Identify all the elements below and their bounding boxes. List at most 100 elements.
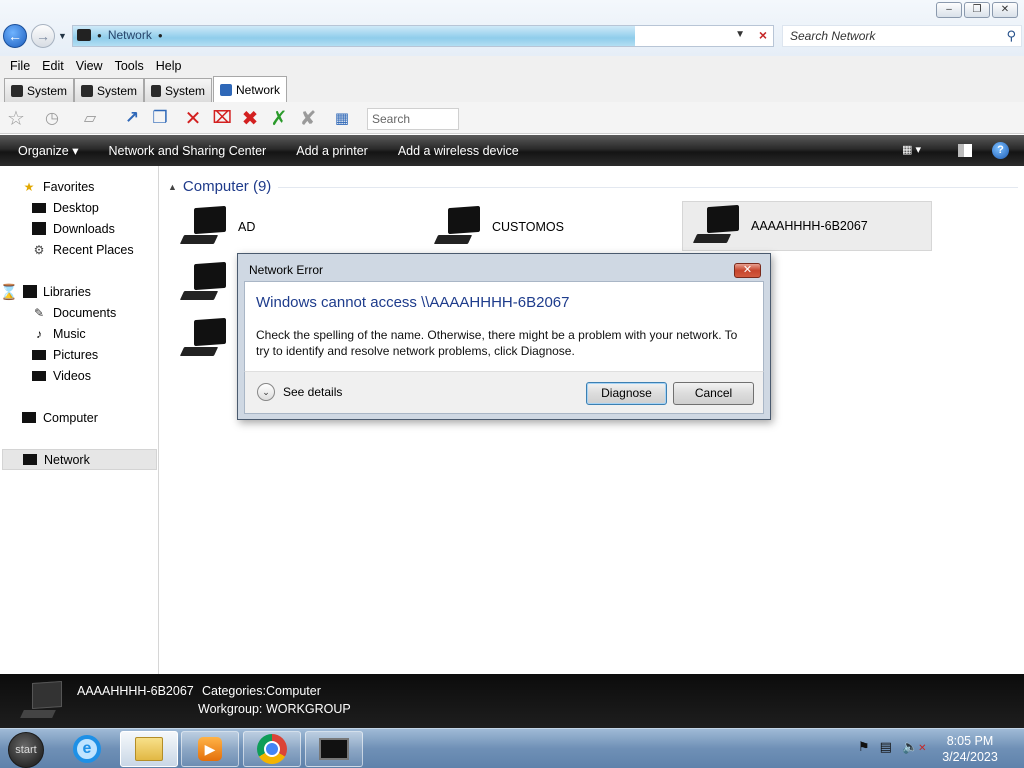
dialog-footer: ⌄ See details Diagnose Cancel bbox=[244, 371, 764, 414]
delete-file-icon[interactable]: ⌧ bbox=[210, 106, 234, 130]
chevron-down-icon: ▾ bbox=[72, 144, 79, 158]
breadcrumb-network[interactable]: Network bbox=[108, 28, 152, 42]
group-header[interactable]: ▲ Computer (9) bbox=[168, 178, 271, 195]
nav-recent-places[interactable]: ⚙ Recent Places bbox=[0, 239, 157, 260]
move-to-icon[interactable]: ↗ bbox=[120, 106, 144, 130]
menu-help[interactable]: Help bbox=[150, 59, 188, 73]
network-icon bbox=[77, 29, 91, 41]
nav-pictures[interactable]: Pictures bbox=[0, 344, 157, 365]
undo-delete-icon[interactable]: ✗ bbox=[267, 106, 291, 130]
favorite-star-icon[interactable]: ☆ bbox=[4, 106, 28, 130]
tab-system-3[interactable]: System bbox=[144, 78, 212, 102]
details-categories-value: Computer bbox=[266, 684, 321, 698]
network-status-icon[interactable]: ▤ bbox=[880, 739, 892, 755]
media-player-icon: ▶ bbox=[198, 737, 222, 761]
network-icon bbox=[220, 83, 232, 96]
organize-button[interactable]: Organize ▾ bbox=[0, 143, 94, 158]
details-categories-label: Categories: bbox=[202, 684, 266, 698]
videos-icon bbox=[32, 370, 46, 381]
computer-label: AAAAHHHH-6B2067 bbox=[751, 219, 868, 233]
menu-view[interactable]: View bbox=[70, 59, 109, 73]
tab-bar: System System System Network bbox=[0, 76, 1024, 102]
disabled-delete-icon[interactable]: ✘ bbox=[296, 106, 320, 130]
nav-documents[interactable]: ✎ Documents bbox=[0, 302, 157, 323]
nav-computer[interactable]: Computer bbox=[0, 407, 157, 428]
computer-icon bbox=[692, 204, 741, 248]
taskbar-command-prompt[interactable] bbox=[305, 731, 363, 767]
nav-videos[interactable]: Videos bbox=[0, 365, 157, 386]
details-pane: AAAAHHHH-6B2067 Categories: Computer Wor… bbox=[0, 674, 1024, 728]
computer-item-ad[interactable]: AD bbox=[164, 202, 414, 252]
start-button[interactable]: start bbox=[8, 732, 44, 768]
recent-places-icon: ⚙ bbox=[33, 242, 45, 257]
see-details-toggle[interactable]: ⌄ See details bbox=[257, 383, 342, 401]
toolbar-search-input[interactable]: Search bbox=[367, 108, 459, 130]
help-icon[interactable]: ? bbox=[992, 142, 1009, 159]
disabled-tool-icon[interactable]: ▱ bbox=[78, 106, 102, 130]
cancel-button[interactable]: Cancel bbox=[673, 382, 754, 405]
tab-system-2[interactable]: System bbox=[74, 78, 144, 102]
search-icon[interactable]: ⚲ bbox=[1006, 28, 1016, 44]
tab-system-1[interactable]: System bbox=[4, 78, 74, 102]
star-icon: ★ bbox=[23, 179, 35, 194]
change-view-icon[interactable]: ▦ ▾ bbox=[902, 143, 921, 156]
nav-libraries[interactable]: ⌛ Libraries bbox=[0, 281, 157, 302]
search-input[interactable]: Search Network ⚲ bbox=[782, 25, 1022, 47]
chrome-icon bbox=[257, 734, 287, 764]
toolbar: ☆ ◷ ▱ ↗ ❐ ✕ ⌧ ✖ ✗ ✘ ▦ Search bbox=[0, 102, 1024, 134]
history-clock-icon[interactable]: ◷ bbox=[40, 106, 64, 130]
minimize-button[interactable]: – bbox=[936, 2, 962, 18]
documents-icon: ✎ bbox=[33, 305, 45, 320]
volume-muted-icon[interactable]: 🔈✕ bbox=[902, 739, 927, 755]
add-wireless-device-button[interactable]: Add a wireless device bbox=[383, 144, 534, 158]
view-options-icon[interactable]: ▦ bbox=[330, 106, 354, 130]
copy-to-icon[interactable]: ❐ bbox=[148, 106, 172, 130]
clock-date: 3/24/2023 bbox=[942, 750, 998, 764]
clock[interactable]: 8:05 PM 3/24/2023 bbox=[930, 733, 1010, 765]
computer-icon bbox=[151, 84, 161, 97]
tab-network[interactable]: Network bbox=[213, 76, 287, 102]
add-printer-button[interactable]: Add a printer bbox=[281, 144, 383, 158]
action-center-flag-icon[interactable]: ⚑ bbox=[858, 739, 870, 755]
back-button[interactable]: ← bbox=[3, 24, 27, 48]
maximize-button[interactable]: ❐ bbox=[964, 2, 990, 18]
dialog-body: Windows cannot access \\AAAAHHHH-6B2067 … bbox=[244, 281, 764, 371]
stop-loading-icon[interactable]: × bbox=[759, 27, 767, 43]
music-icon: ♪ bbox=[36, 326, 42, 341]
diagnose-button[interactable]: Diagnose bbox=[586, 382, 667, 405]
forward-button[interactable]: → bbox=[31, 24, 55, 48]
menu-tools[interactable]: Tools bbox=[109, 59, 150, 73]
nav-label: Network bbox=[44, 452, 90, 467]
taskbar-file-explorer[interactable] bbox=[120, 731, 178, 767]
history-dropdown[interactable]: ▼ bbox=[58, 31, 67, 41]
see-details-label: See details bbox=[283, 385, 343, 399]
nav-music[interactable]: ♪ Music bbox=[0, 323, 157, 344]
close-window-button[interactable]: ✕ bbox=[992, 2, 1018, 18]
nav-label: Documents bbox=[53, 305, 117, 320]
computer-item-aaaahhhh[interactable]: AAAAHHHH-6B2067 bbox=[682, 201, 932, 251]
start-label: start bbox=[15, 744, 37, 756]
computer-item-customos[interactable]: CUSTOMOS bbox=[418, 202, 668, 252]
dialog-close-button[interactable]: ✕ bbox=[734, 263, 761, 278]
delete-icon[interactable]: ✕ bbox=[181, 106, 205, 130]
nav-network[interactable]: Network bbox=[2, 449, 157, 470]
address-bar[interactable]: ● Network ● ▼ × bbox=[72, 25, 774, 47]
dialog-title: Network Error bbox=[249, 263, 324, 277]
address-dropdown-icon[interactable]: ▼ bbox=[735, 29, 745, 40]
desktop-icon bbox=[32, 202, 46, 213]
taskbar-chrome[interactable] bbox=[243, 731, 301, 767]
nav-label: Libraries bbox=[43, 284, 91, 299]
collapse-triangle-icon: ▲ bbox=[168, 181, 177, 192]
group-divider bbox=[278, 187, 1018, 188]
nav-desktop[interactable]: Desktop bbox=[0, 197, 157, 218]
nav-favorites[interactable]: ★ Favorites bbox=[0, 176, 157, 197]
taskbar-internet-explorer[interactable]: e bbox=[58, 731, 116, 767]
computer-icon bbox=[22, 412, 36, 423]
delete-multiple-icon[interactable]: ✖ bbox=[238, 106, 262, 130]
menu-file[interactable]: File bbox=[4, 59, 36, 73]
menu-edit[interactable]: Edit bbox=[36, 59, 70, 73]
taskbar-media-player[interactable]: ▶ bbox=[181, 731, 239, 767]
preview-pane-icon[interactable] bbox=[958, 144, 972, 157]
network-sharing-center-button[interactable]: Network and Sharing Center bbox=[94, 144, 282, 158]
nav-downloads[interactable]: Downloads bbox=[0, 218, 157, 239]
